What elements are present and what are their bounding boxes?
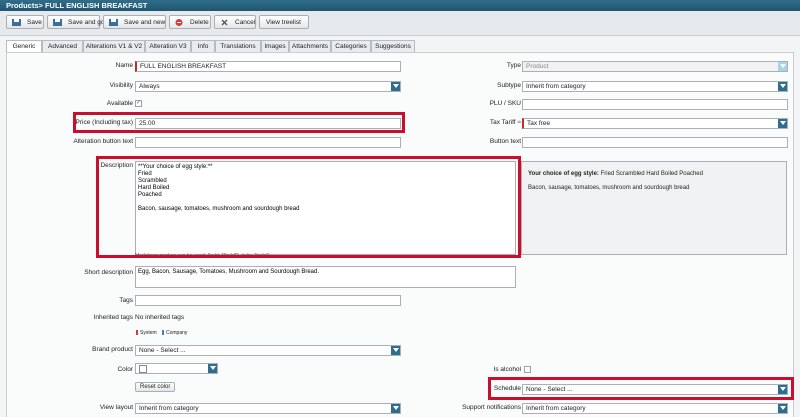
alteration-button-text-label: Alteration button text bbox=[73, 138, 133, 145]
available-label: Available bbox=[106, 100, 133, 107]
preview-bold: Your choice of egg style: bbox=[528, 171, 599, 177]
company-legend: Company bbox=[166, 330, 188, 336]
floppy-icon bbox=[53, 19, 62, 26]
button-text-field[interactable] bbox=[522, 137, 788, 148]
view-treelist-button[interactable]: View treelist bbox=[259, 15, 309, 29]
delete-icon bbox=[175, 19, 183, 26]
toolbar: Save Save and go Save and new Delete Can… bbox=[0, 11, 800, 36]
chevron-down-icon[interactable] bbox=[778, 404, 787, 413]
type-select: Product bbox=[522, 61, 788, 72]
view-treelist-label: View treelist bbox=[266, 19, 301, 26]
button-text-label: Button text bbox=[489, 138, 521, 145]
save-and-new-label: Save and new bbox=[124, 19, 166, 26]
name-field[interactable]: FULL ENGLISH BREAKFAST bbox=[135, 61, 401, 72]
tax-tariff-value: Tax free bbox=[527, 120, 551, 127]
brand-product-select[interactable]: None - Select ... bbox=[135, 345, 401, 356]
view-layout-value: Inherit from category bbox=[139, 405, 199, 412]
chevron-down-icon[interactable] bbox=[778, 82, 787, 91]
chevron-down-icon[interactable] bbox=[391, 346, 400, 355]
markup-hint: Markdown markup can be used: (bold: **bo… bbox=[135, 253, 270, 259]
chevron-down-icon[interactable] bbox=[208, 364, 217, 373]
view-layout-select[interactable]: Inherit from category bbox=[135, 403, 401, 414]
support-notifications-select[interactable]: Inherit from category bbox=[522, 403, 788, 414]
description-preview: Your choice of egg style: Fried Scramble… bbox=[521, 161, 787, 255]
tags-label: Tags bbox=[119, 297, 133, 304]
reset-color-button[interactable]: Reset color bbox=[135, 382, 176, 392]
is-alcohol-checkbox[interactable] bbox=[524, 366, 531, 373]
description-textarea[interactable] bbox=[135, 161, 516, 255]
chevron-down-icon bbox=[778, 62, 787, 71]
brand-product-label: Brand product bbox=[92, 346, 133, 353]
chevron-down-icon[interactable] bbox=[391, 82, 400, 91]
subtype-value: Inherit from category bbox=[526, 83, 586, 90]
tab-attachments[interactable]: Attachments bbox=[289, 40, 331, 52]
save-and-go-button[interactable]: Save and go bbox=[47, 15, 105, 29]
system-swatch bbox=[136, 330, 138, 335]
brand-product-value: None - Select ... bbox=[139, 347, 186, 354]
alteration-button-text-field[interactable] bbox=[135, 137, 401, 148]
chevron-down-icon[interactable] bbox=[778, 385, 787, 394]
color-picker[interactable] bbox=[135, 363, 218, 374]
floppy-icon bbox=[12, 19, 21, 26]
plu-field[interactable] bbox=[522, 99, 788, 110]
floppy-icon bbox=[109, 19, 118, 26]
preview-rest: Fried Scrambled Hard Boiled Poached bbox=[598, 171, 703, 177]
tax-tariff-label-text: Tax Tariff bbox=[489, 119, 516, 126]
tab-info[interactable]: Info bbox=[191, 40, 215, 52]
price-label: Price (Including tax) bbox=[75, 119, 133, 126]
tab-translations[interactable]: Translations bbox=[215, 40, 261, 52]
tab-alterations-v1-v2[interactable]: Alterations V1 & V2 bbox=[83, 40, 145, 52]
visibility-value: Always bbox=[139, 83, 160, 90]
short-description-textarea[interactable] bbox=[135, 266, 516, 288]
inherited-tags-label: Inherited tags bbox=[93, 314, 133, 321]
subtype-select[interactable]: Inherit from category bbox=[522, 81, 788, 92]
plu-label: PLU / SKU bbox=[489, 100, 521, 107]
delete-button[interactable]: Delete bbox=[169, 15, 211, 29]
support-notifications-value: Inherit from category bbox=[526, 405, 586, 412]
delete-label: Delete bbox=[190, 19, 209, 26]
short-description-label: Short description bbox=[84, 269, 133, 276]
preview-line: Bacon, sausage, tomatoes, mushroom and s… bbox=[528, 185, 690, 191]
visibility-select[interactable]: Always bbox=[135, 81, 401, 92]
close-icon bbox=[221, 19, 228, 26]
chevron-down-icon[interactable] bbox=[778, 119, 787, 128]
description-label: Description bbox=[100, 162, 133, 169]
required-icon: ≈ bbox=[517, 119, 521, 126]
color-label: Color bbox=[117, 366, 133, 373]
company-swatch bbox=[162, 330, 164, 335]
visibility-label: Visibility bbox=[109, 82, 133, 89]
save-and-new-button[interactable]: Save and new bbox=[103, 15, 166, 29]
tab-advanced[interactable]: Advanced bbox=[42, 40, 83, 52]
save-label: Save bbox=[27, 19, 42, 26]
save-button[interactable]: Save bbox=[6, 15, 44, 29]
chevron-down-icon[interactable] bbox=[391, 404, 400, 413]
schedule-value: None - Select ... bbox=[526, 386, 573, 393]
save-and-go-label: Save and go bbox=[68, 19, 105, 26]
name-label: Name bbox=[115, 62, 133, 69]
view-layout-label: View layout bbox=[99, 404, 133, 411]
tab-images[interactable]: Images bbox=[261, 40, 289, 52]
system-legend: System bbox=[140, 330, 157, 336]
tax-tariff-select[interactable]: Tax free bbox=[522, 118, 788, 129]
schedule-select[interactable]: None - Select ... bbox=[522, 384, 788, 395]
tax-tariff-label: Tax Tariff ≈ bbox=[490, 119, 521, 126]
cancel-button[interactable]: Cancel bbox=[214, 15, 256, 29]
tab-categories[interactable]: Categories bbox=[331, 40, 371, 52]
schedule-label: Schedule bbox=[493, 385, 521, 392]
price-field[interactable]: 25.00 bbox=[135, 118, 401, 129]
type-label: Type bbox=[506, 62, 521, 69]
color-swatch bbox=[139, 365, 147, 373]
subtype-label: Subtype bbox=[497, 82, 521, 89]
cancel-label: Cancel bbox=[235, 19, 256, 26]
is-alcohol-label: Is alcohol bbox=[493, 366, 521, 373]
inherited-tags-value: No inherited tags bbox=[135, 314, 185, 321]
support-notifications-label: Support notifications bbox=[462, 404, 521, 411]
window-title: Products> FULL ENGLISH BREAKFAST bbox=[0, 0, 800, 11]
available-checkbox[interactable]: ✓ bbox=[135, 100, 142, 107]
tags-field[interactable] bbox=[135, 295, 401, 306]
tab-alteration-v3[interactable]: Alteration V3 bbox=[145, 40, 191, 52]
type-value: Product bbox=[526, 63, 549, 70]
tab-suggestions[interactable]: Suggestions bbox=[371, 40, 415, 52]
